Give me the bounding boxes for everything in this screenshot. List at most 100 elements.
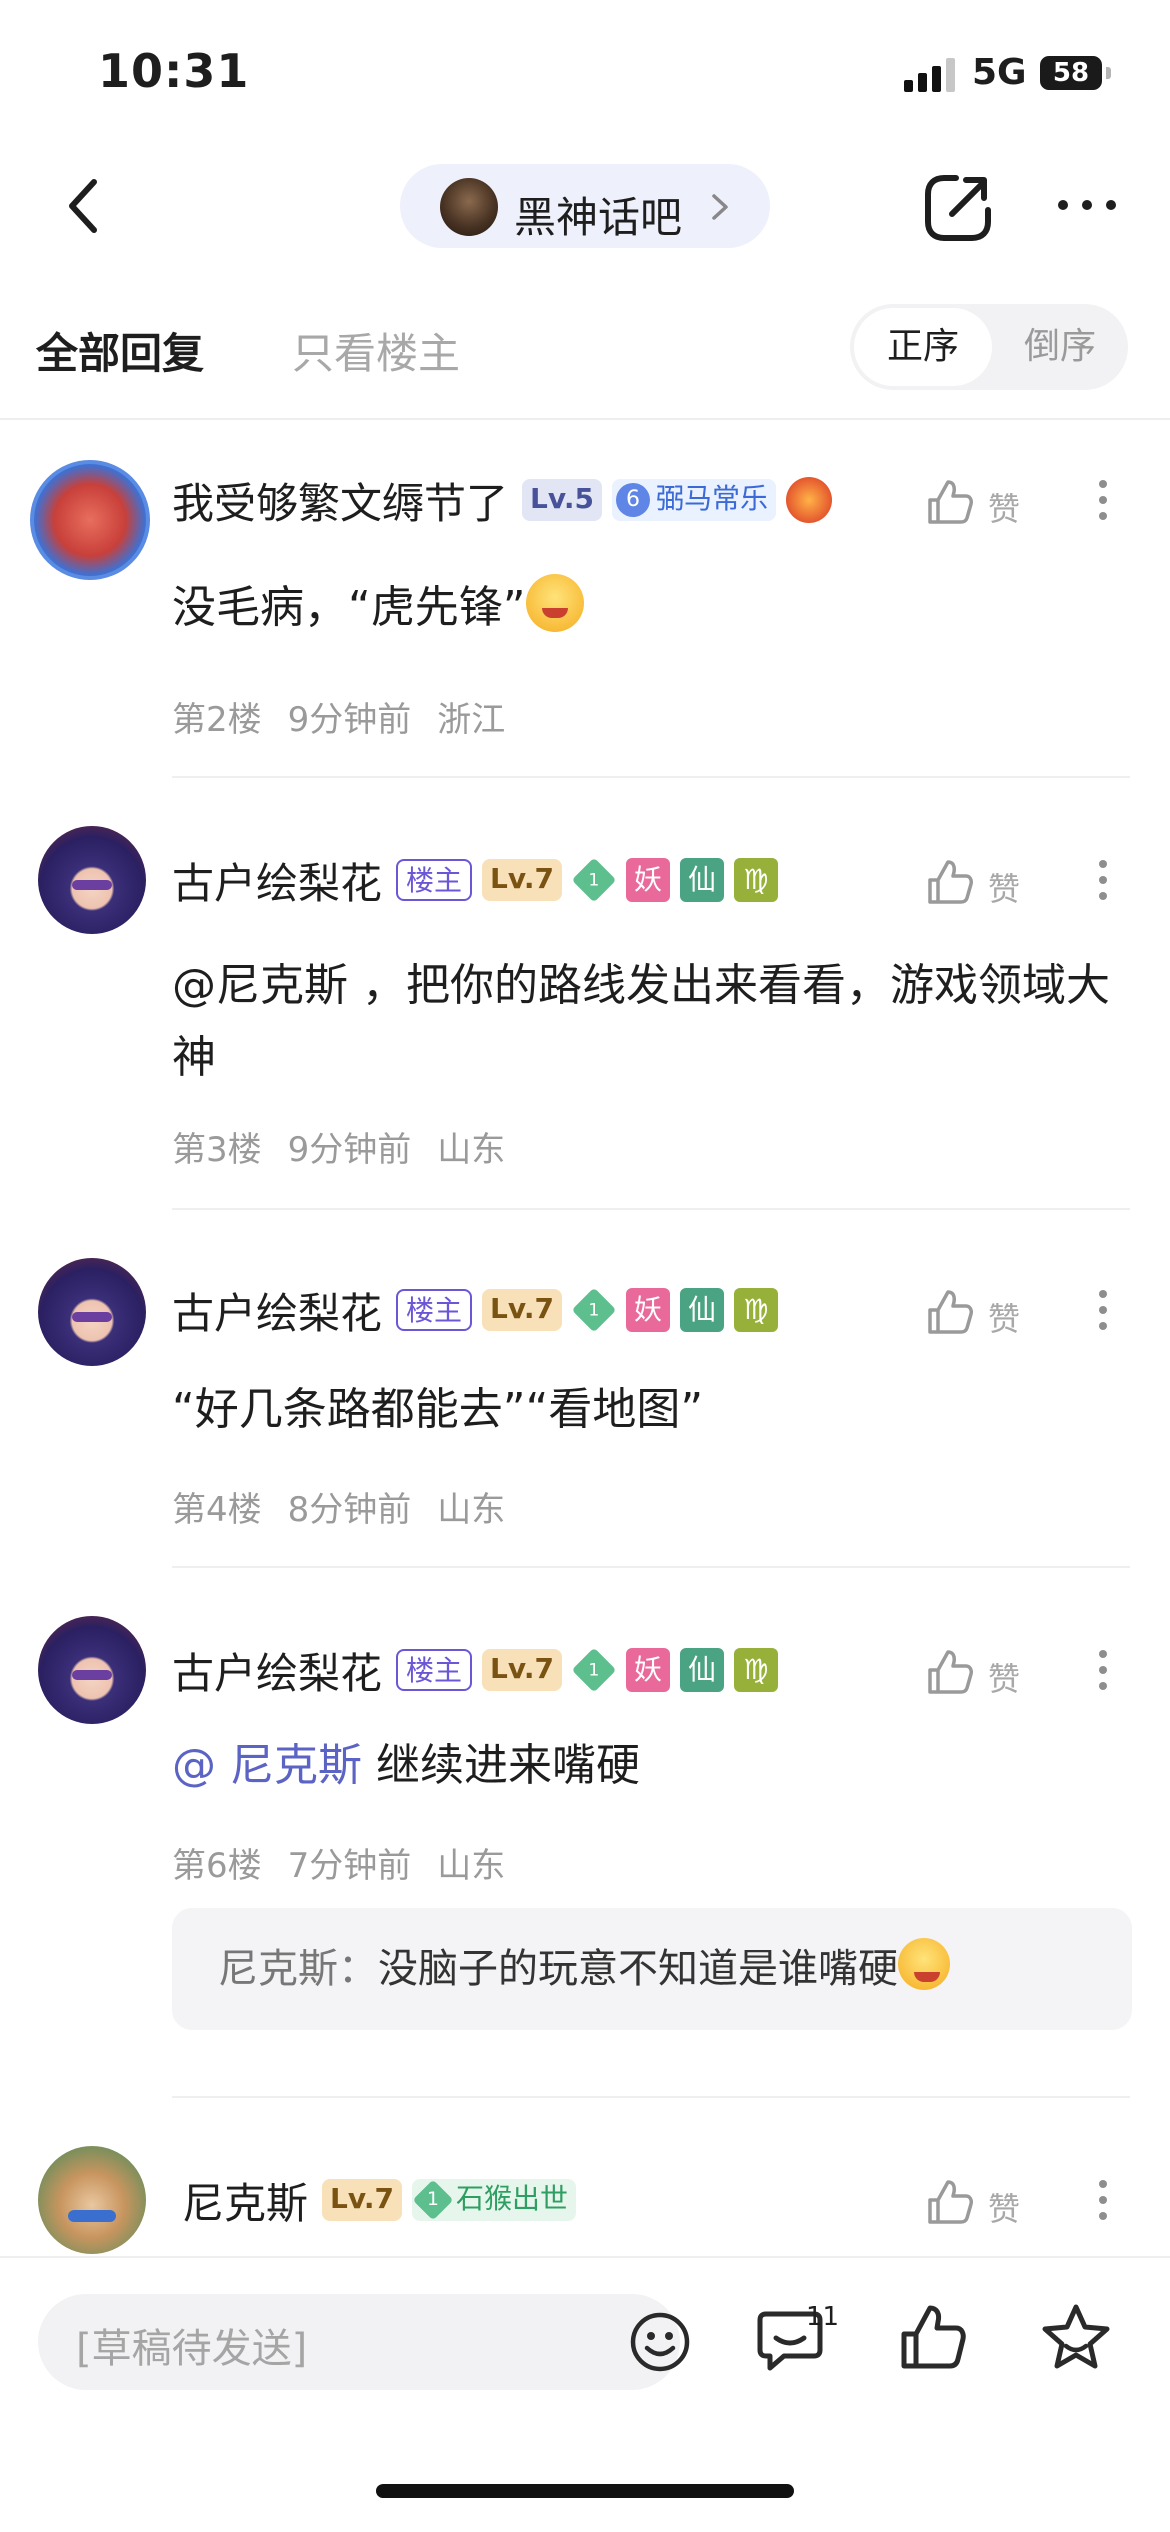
reply-text: 没毛病，“虎先锋” <box>172 582 526 633</box>
thumbs-up-icon[interactable] <box>898 2302 968 2372</box>
reply-time: 9分钟前 <box>287 1130 412 1170</box>
emoji-icon[interactable] <box>628 2310 692 2374</box>
status-bar: 10:31 5G 58 <box>0 0 1170 140</box>
signal-icon <box>904 58 956 92</box>
laughing-emoji-icon <box>898 1938 950 1990</box>
like-label: 赞 <box>988 870 1021 908</box>
username[interactable]: 古户绘梨花 <box>172 1280 382 1341</box>
sort-toggle: 正序 倒序 <box>850 304 1128 390</box>
draft-placeholder: [草稿待发送] <box>76 2326 308 2372</box>
sub-reply[interactable]: 尼克斯：没脑子的玩意不知道是谁嘴硬 <box>172 1908 1132 2030</box>
user-row: 我受够繁文缛节了 Lv.5 6 弼马常乐 <box>172 470 832 530</box>
like-button[interactable]: 赞 <box>926 470 1036 530</box>
like-button[interactable]: 赞 <box>926 1640 1036 1700</box>
reply-location: 山东 <box>437 1490 506 1530</box>
reply-item: 尼克斯 Lv.7 1 石猴出世 赞 <box>0 2130 1170 2256</box>
reply-item: 古户绘梨花 楼主 Lv.7 1 妖 仙 ♍ 赞 @ 尼克斯 继续进来嘴硬 第6楼… <box>0 1600 1170 2098</box>
more-options-icon[interactable] <box>1056 190 1118 220</box>
divider <box>172 776 1130 778</box>
floor-number: 第4楼 <box>172 1490 262 1530</box>
floor-number: 第3楼 <box>172 1130 262 1170</box>
reply-meta: 第4楼 8分钟前 山东 <box>172 1482 531 1531</box>
reply-meta: 第6楼 7分钟前 山东 <box>172 1838 531 1887</box>
username[interactable]: 古户绘梨花 <box>172 850 382 911</box>
home-indicator <box>376 2484 794 2498</box>
divider <box>172 2096 1130 2098</box>
comment-count: 11 <box>806 2302 840 2332</box>
tag-badge: 妖 <box>625 1288 670 1332</box>
honor-title: 石猴出世 <box>455 2182 568 2215</box>
gem-badge: 1 <box>571 1287 617 1333</box>
divider <box>172 1208 1130 1210</box>
reply-content: “好几条路都能去”“看地图” <box>172 1384 704 1435</box>
reply-location: 山东 <box>437 1130 506 1170</box>
reply-tabs: 全部回复 只看楼主 正序 倒序 <box>0 290 1170 420</box>
op-badge: 楼主 <box>396 1649 473 1691</box>
level-badge: Lv.7 <box>482 1649 562 1691</box>
nav-bar: 黑神话吧 <box>0 150 1170 260</box>
item-more-icon[interactable] <box>1088 1280 1118 1340</box>
gem-badge: 1 <box>412 2179 454 2221</box>
item-more-icon[interactable] <box>1088 2170 1118 2230</box>
divider <box>172 1566 1130 1568</box>
reply-time: 7分钟前 <box>287 1846 412 1886</box>
zodiac-badge: ♍ <box>733 1288 778 1332</box>
honor-badge: 1 石猴出世 <box>411 2179 576 2221</box>
gem-level: 1 <box>588 869 600 891</box>
sub-reply-text: 没脑子的玩意不知道是谁嘴硬 <box>378 1946 898 1992</box>
zodiac-badge: ♍ <box>733 858 778 902</box>
reply-item: 古户绘梨花 楼主 Lv.7 1 妖 仙 ♍ 赞 “好几条路都能去”“看地图” 第… <box>0 1230 1170 1570</box>
user-avatar[interactable] <box>30 460 150 580</box>
like-button[interactable]: 赞 <box>926 1280 1036 1340</box>
reply-location: 浙江 <box>437 700 506 740</box>
reply-meta: 第3楼 9分钟前 山东 <box>172 1122 531 1171</box>
user-row: 古户绘梨花 楼主 Lv.7 1 妖 仙 ♍ <box>172 1640 778 1700</box>
like-button[interactable]: 赞 <box>926 2170 1036 2230</box>
sort-asc-button[interactable]: 正序 <box>854 308 992 386</box>
user-avatar[interactable] <box>38 1258 146 1366</box>
user-avatar[interactable] <box>38 2146 146 2254</box>
user-avatar[interactable] <box>38 826 146 934</box>
reply-meta: 第2楼 9分钟前 浙江 <box>172 692 531 741</box>
op-badge: 楼主 <box>396 859 473 901</box>
reply-location: 山东 <box>437 1846 506 1886</box>
user-row: 古户绘梨花 楼主 Lv.7 1 妖 仙 ♍ <box>172 1280 778 1340</box>
item-more-icon[interactable] <box>1088 1640 1118 1700</box>
like-button[interactable]: 赞 <box>926 850 1036 910</box>
reply-text: 继续进来嘴硬 <box>376 1740 640 1791</box>
forum-pill[interactable]: 黑神话吧 <box>400 164 770 248</box>
reply-time: 9分钟前 <box>287 700 412 740</box>
reply-input[interactable]: [草稿待发送] <box>38 2294 690 2390</box>
bottom-bar: [草稿待发送] 11 <box>0 2256 1170 2532</box>
item-more-icon[interactable] <box>1088 470 1118 530</box>
tag-badge: 仙 <box>679 1288 724 1332</box>
gem-level: 1 <box>588 1299 600 1321</box>
tag-badge: 妖 <box>625 1648 670 1692</box>
level-badge: Lv.7 <box>482 859 562 901</box>
back-arrow-icon[interactable] <box>60 178 110 234</box>
item-more-icon[interactable] <box>1088 850 1118 910</box>
username[interactable]: 古户绘梨花 <box>172 1640 382 1701</box>
honor-badge: 6 弼马常乐 <box>611 479 776 521</box>
mention-link[interactable]: @ 尼克斯 <box>172 1740 362 1791</box>
share-icon[interactable] <box>922 172 994 244</box>
tab-op-only[interactable]: 只看楼主 <box>292 320 460 381</box>
favorite-star-icon[interactable] <box>1040 2302 1112 2372</box>
mascot-badge-icon <box>785 477 832 523</box>
like-label: 赞 <box>988 2190 1021 2228</box>
laughing-emoji-icon <box>525 574 584 632</box>
like-label: 赞 <box>988 490 1021 528</box>
username[interactable]: 我受够繁文缛节了 <box>172 470 508 531</box>
honor-level: 6 <box>615 483 650 517</box>
sort-desc-button[interactable]: 倒序 <box>996 308 1124 386</box>
network-label: 5G <box>972 52 1027 93</box>
user-avatar[interactable] <box>38 1616 146 1724</box>
tab-all-replies[interactable]: 全部回复 <box>36 320 204 381</box>
gem-level: 1 <box>427 2188 439 2211</box>
reply-time: 8分钟前 <box>287 1490 412 1530</box>
username[interactable]: 尼克斯 <box>182 2170 308 2231</box>
zodiac-badge: ♍ <box>733 1648 778 1692</box>
battery-icon: 58 <box>1040 56 1111 90</box>
reply-item: 古户绘梨花 楼主 Lv.7 1 妖 仙 ♍ 赞 @尼克斯 ，把你的路线发出来看看… <box>0 800 1170 1210</box>
floor-number: 第6楼 <box>172 1846 262 1886</box>
